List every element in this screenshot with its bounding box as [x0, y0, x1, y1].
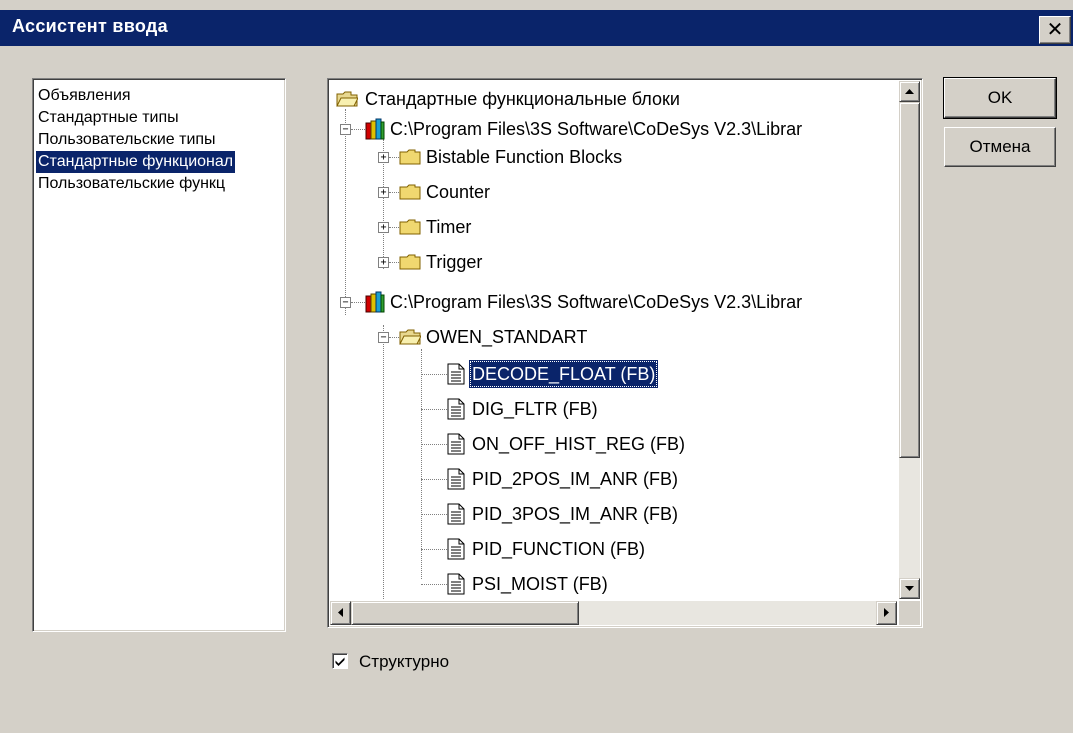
category-item-user-types[interactable]: Пользовательские типы	[36, 129, 218, 151]
expand-icon[interactable]: +	[378, 187, 389, 198]
horizontal-scrollbar[interactable]	[330, 601, 897, 625]
tree-line	[389, 262, 399, 263]
tree-node-label: PSI_MOIST (FB)	[472, 574, 608, 594]
tree-node-label: OWEN_STANDART	[426, 327, 588, 347]
tree-line	[421, 549, 447, 550]
tree-line	[389, 227, 399, 228]
window-title: Ассистент ввода	[12, 16, 168, 36]
arrow-right-icon	[884, 608, 889, 617]
scroll-left-button[interactable]	[330, 601, 351, 625]
tree-node-label: Trigger	[426, 252, 483, 272]
tree-node-label: DECODE_FLOAT (FB)	[469, 360, 659, 388]
category-item-user-function-blocks[interactable]: Пользовательские функц	[36, 173, 227, 195]
arrow-up-icon	[905, 89, 914, 94]
tree-node-label: PID_2POS_IM_ANR (FB)	[472, 469, 679, 489]
horizontal-scroll-thumb[interactable]	[351, 601, 579, 625]
title-bar: Ассистент ввода ✕	[0, 10, 1073, 46]
cancel-button[interactable]: Отмена	[944, 127, 1056, 167]
expand-icon[interactable]: +	[378, 152, 389, 163]
tree-line	[345, 109, 346, 315]
tree-node-label: DIG_FLTR (FB)	[472, 399, 598, 419]
tree-node-label: Стандартные функциональные блоки	[365, 89, 680, 109]
tree-line	[389, 192, 399, 193]
function-block-tree[interactable]: Стандартные функциональные блоки − C:\Pr…	[327, 78, 923, 628]
scroll-up-button[interactable]	[899, 81, 920, 102]
tree-line	[421, 374, 447, 375]
document-icon	[447, 573, 465, 595]
document-icon	[447, 363, 465, 385]
tree-node-label: PID_3POS_IM_ANR (FB)	[472, 504, 679, 524]
tree-line	[421, 444, 447, 445]
tree-line	[421, 409, 447, 410]
close-icon: ✕	[1046, 17, 1064, 41]
tree-line	[421, 479, 447, 480]
folder-icon	[399, 254, 421, 270]
checkbox-label: Структурно	[359, 652, 450, 671]
close-button[interactable]: ✕	[1039, 16, 1071, 44]
category-item-standard-types[interactable]: Стандартные типы	[36, 107, 181, 129]
tree-node-label: PID_FUNCTION (FB)	[472, 539, 645, 559]
checkmark-icon	[335, 657, 345, 666]
tree-line	[389, 157, 399, 158]
document-icon	[447, 538, 465, 560]
folder-open-icon	[336, 91, 358, 107]
collapse-icon[interactable]: −	[378, 332, 389, 343]
tree-content: Стандартные функциональные блоки − C:\Pr…	[330, 81, 897, 599]
tree-line	[421, 514, 447, 515]
document-icon	[447, 503, 465, 525]
vertical-scrollbar[interactable]	[899, 81, 920, 599]
arrow-down-icon	[905, 586, 914, 591]
scroll-right-button[interactable]	[876, 601, 897, 625]
library-path: C:\Program Files\3S Software\CoDeSys V2.…	[390, 119, 803, 139]
library-books-icon	[365, 118, 385, 140]
folder-open-icon	[399, 329, 421, 345]
library-books-icon	[365, 291, 385, 313]
library-path: C:\Program Files\3S Software\CoDeSys V2.…	[390, 292, 803, 312]
tree-node-label: Bistable Function Blocks	[426, 147, 623, 167]
category-item-declarations[interactable]: Объявления	[36, 85, 133, 107]
expand-icon[interactable]: +	[378, 222, 389, 233]
collapse-icon[interactable]: −	[340, 297, 351, 308]
tree-line	[351, 302, 365, 303]
ok-button[interactable]: OK	[943, 77, 1057, 119]
tree-node-label: Timer	[426, 217, 472, 237]
scroll-down-button[interactable]	[899, 578, 920, 599]
folder-icon	[399, 184, 421, 200]
checkbox[interactable]	[332, 653, 348, 669]
expand-icon[interactable]: +	[378, 257, 389, 268]
tree-line	[421, 584, 447, 585]
document-icon	[447, 398, 465, 420]
tree-node-label: Counter	[426, 182, 491, 202]
document-icon	[447, 468, 465, 490]
collapse-icon[interactable]: −	[340, 124, 351, 135]
vertical-scroll-thumb[interactable]	[899, 102, 920, 458]
folder-icon	[399, 219, 421, 235]
folder-icon	[399, 149, 421, 165]
document-icon	[447, 433, 465, 455]
tree-line	[389, 337, 399, 338]
tree-node-label: ON_OFF_HIST_REG (FB)	[472, 434, 686, 454]
category-item-standard-function-blocks[interactable]: Стандартные функционал	[36, 151, 236, 173]
tree-line	[351, 129, 365, 130]
tree-line	[421, 349, 422, 579]
arrow-left-icon	[338, 608, 343, 617]
category-list[interactable]: Объявления Стандартные типы Пользователь…	[32, 78, 286, 632]
scrollbar-corner	[899, 601, 920, 625]
tree-line	[383, 325, 384, 599]
